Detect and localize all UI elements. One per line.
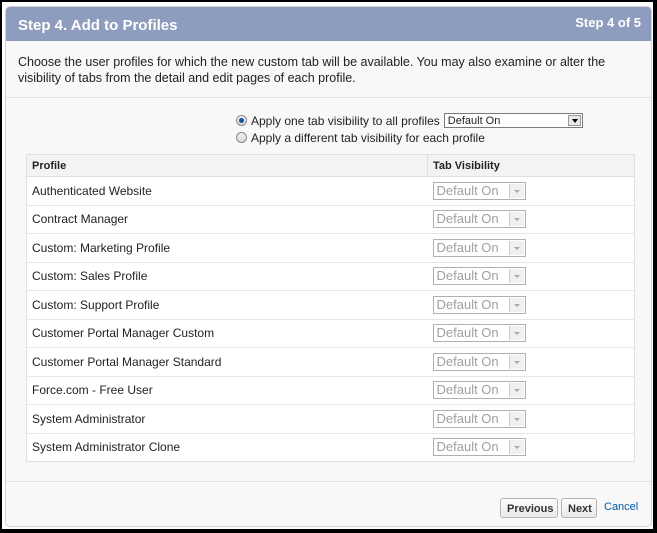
profile-name: Contract Manager <box>26 205 428 234</box>
chevron-down-icon[interactable] <box>567 115 581 126</box>
chevron-down-icon <box>508 383 524 398</box>
table-row: Customer Portal Manager Custom Default On <box>26 319 635 348</box>
table-header-row: Profile Tab Visibility <box>26 154 635 177</box>
profile-name: System Administrator <box>26 404 428 434</box>
tab-visibility-value: Default On <box>436 410 499 426</box>
tab-visibility-value: Default On <box>436 239 499 255</box>
tab-visibility-value: Default On <box>436 382 499 398</box>
chevron-down-icon <box>508 269 524 284</box>
table-row: Customer Portal Manager Standard Default … <box>26 347 635 377</box>
apply-all-radio[interactable] <box>236 115 247 126</box>
tab-visibility-select: Default On <box>432 438 526 457</box>
tab-visibility-select: Default On <box>432 409 526 428</box>
chevron-down-icon <box>508 240 524 255</box>
tab-visibility-select: Default On <box>432 381 526 400</box>
wizard-header: Step 4. Add to Profiles Step 4 of 5 <box>6 7 651 41</box>
tab-visibility-select: Default On <box>432 267 526 286</box>
profile-name: Custom: Marketing Profile <box>26 233 428 263</box>
chevron-down-icon <box>508 440 524 455</box>
table-row: System Administrator Default On <box>26 404 635 434</box>
apply-all-option[interactable]: Apply one tab visibility to all profiles… <box>236 112 583 129</box>
profiles-table: Profile Tab Visibility Authenticated Web… <box>26 154 635 462</box>
next-button[interactable]: Next <box>561 498 597 518</box>
table-row: Authenticated Website Default On <box>26 176 635 206</box>
table-row: Custom: Sales Profile Default On <box>26 262 635 291</box>
profile-name: System Administrator Clone <box>32 440 181 455</box>
profile-name: Custom: Sales Profile <box>26 262 428 291</box>
profile-name: Authenticated Website <box>26 176 428 206</box>
intro-text: Choose the user profiles for which the n… <box>6 41 651 98</box>
chevron-down-icon <box>508 212 524 227</box>
tab-visibility-value: Default On <box>436 296 499 312</box>
tab-visibility-value: Default On <box>436 353 499 369</box>
step-indicator: Step 4 of 5 <box>575 15 641 30</box>
table-row: Custom: Support Profile Default On <box>26 290 635 320</box>
chevron-down-icon <box>508 183 524 198</box>
table-row: Contract Manager Default On <box>26 205 635 234</box>
apply-each-radio[interactable] <box>236 132 247 143</box>
page-title: Step 4. Add to Profiles <box>18 17 178 34</box>
visibility-options: Apply one tab visibility to all profiles… <box>236 112 583 146</box>
chevron-down-icon <box>508 297 524 312</box>
tab-visibility-select: Default On <box>432 210 526 229</box>
profile-name: Customer Portal Manager Standard <box>26 347 428 377</box>
window-frame: Step 4. Add to Profiles Step 4 of 5 Choo… <box>2 2 653 529</box>
apply-all-visibility-value: Default On <box>447 115 501 127</box>
profile-name: Force.com - Free User <box>26 376 428 405</box>
apply-all-label: Apply one tab visibility to all profiles <box>251 113 440 128</box>
tab-visibility-select: Default On <box>432 324 526 343</box>
table-row: Force.com - Free User Default On <box>26 376 635 405</box>
wizard-footer: Previous Next Cancel <box>6 481 651 526</box>
visibility-column-header: Tab Visibility <box>427 154 635 177</box>
apply-each-label: Apply a different tab visibility for eac… <box>251 130 485 145</box>
tab-visibility-value: Default On <box>436 182 499 198</box>
tab-visibility-value: Default On <box>436 439 499 455</box>
profile-name: Customer Portal Manager Custom <box>26 319 428 348</box>
tab-visibility-select: Default On <box>432 181 526 200</box>
chevron-down-icon <box>508 411 524 426</box>
tab-visibility-value: Default On <box>436 211 499 227</box>
wizard-panel: Step 4. Add to Profiles Step 4 of 5 Choo… <box>5 6 652 527</box>
tab-visibility-value: Default On <box>436 268 499 284</box>
previous-button[interactable]: Previous <box>500 498 558 518</box>
apply-each-option[interactable]: Apply a different tab visibility for eac… <box>236 129 583 146</box>
table-row: Custom: Marketing Profile Default On <box>26 233 635 263</box>
apply-all-visibility-select[interactable]: Default On <box>443 113 583 128</box>
table-row: System Administrator Clone Default On <box>27 433 635 462</box>
tab-visibility-select: Default On <box>432 295 526 314</box>
tab-visibility-select: Default On <box>432 352 526 371</box>
profile-column-header: Profile <box>26 154 428 177</box>
chevron-down-icon <box>508 354 524 369</box>
profile-name: Custom: Support Profile <box>26 290 428 320</box>
cancel-link[interactable]: Cancel <box>604 501 638 513</box>
chevron-down-icon <box>508 326 524 341</box>
tab-visibility-select: Default On <box>432 238 526 257</box>
tab-visibility-value: Default On <box>436 325 499 341</box>
